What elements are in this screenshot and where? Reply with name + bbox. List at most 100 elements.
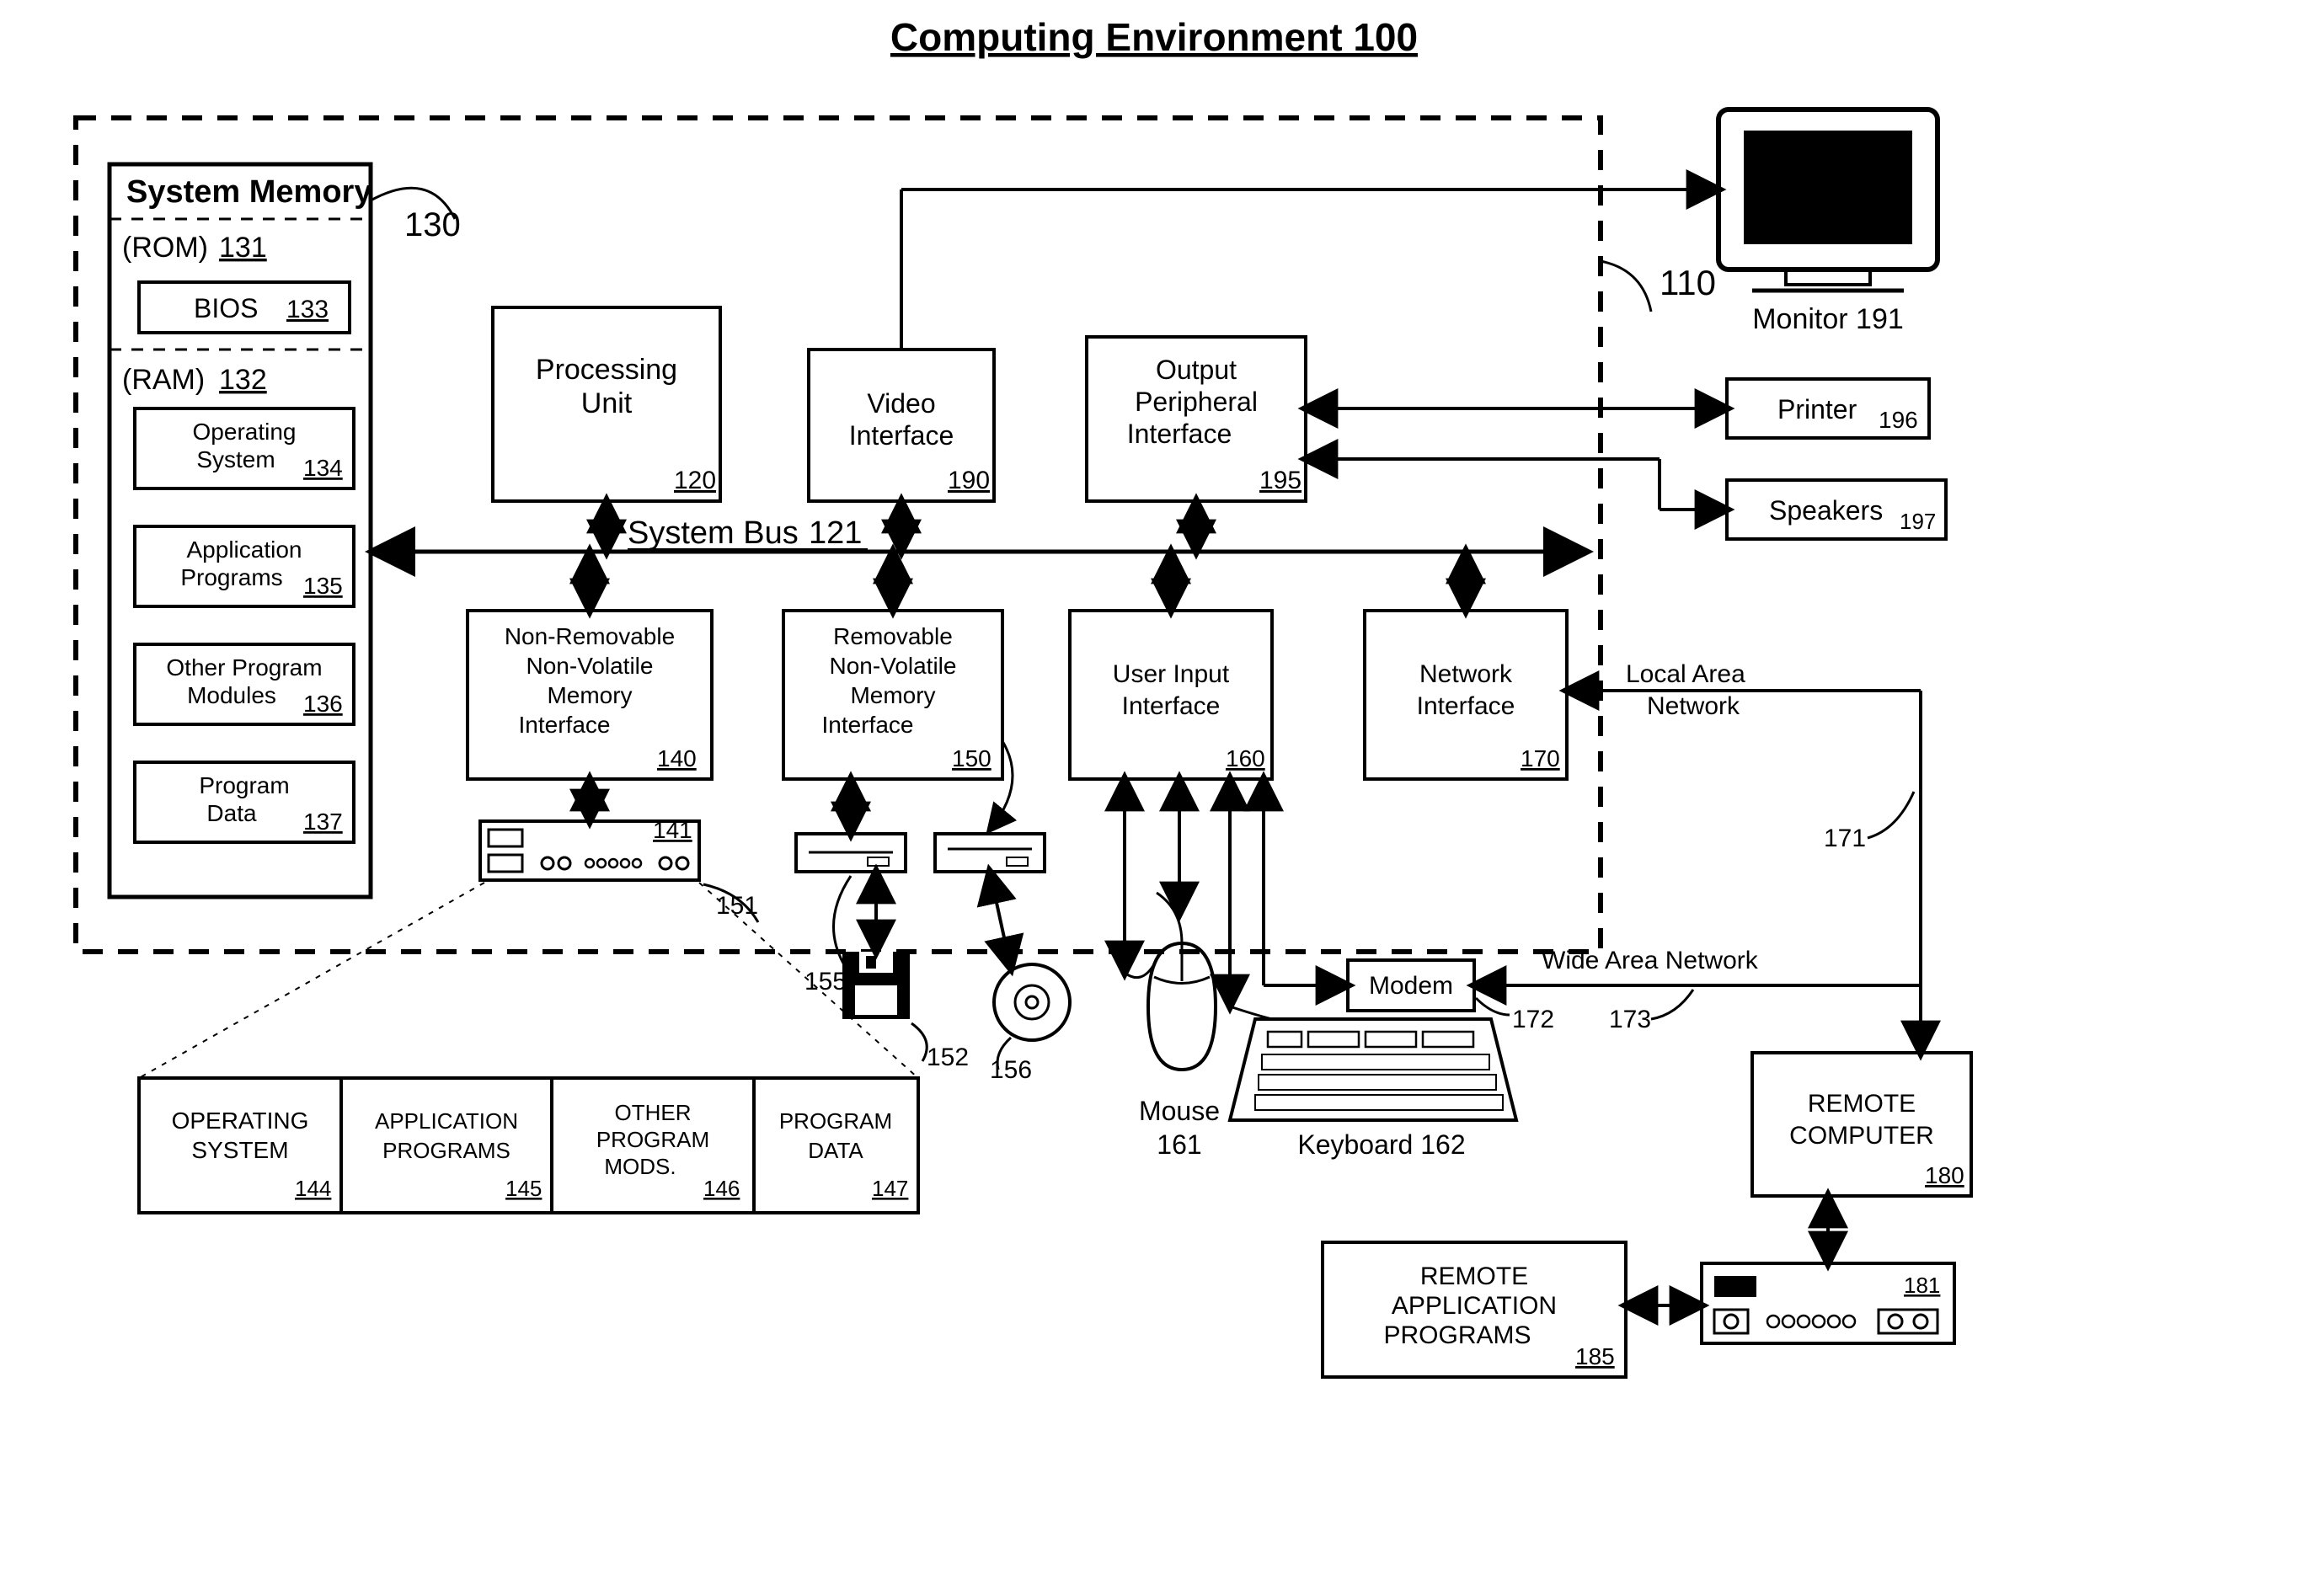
svg-text:Interface: Interface	[822, 712, 914, 738]
svg-text:REMOTE: REMOTE	[1420, 1262, 1528, 1290]
system-memory-block: System Memory 130 (ROM) 131 BIOS 133 (RA…	[110, 164, 461, 897]
svg-text:Modules: Modules	[187, 682, 276, 708]
svg-text:Peripheral: Peripheral	[1135, 387, 1258, 417]
keyboard-ref: 162	[1420, 1129, 1465, 1160]
svg-text:PROGRAMS: PROGRAMS	[1383, 1321, 1531, 1349]
modem-label: Modem	[1369, 972, 1453, 1000]
speakers-label: Speakers	[1769, 495, 1883, 526]
hdd-os-ref: 144	[295, 1176, 331, 1201]
sysmem-ref: 130	[404, 206, 461, 243]
svg-text:Interface: Interface	[519, 712, 611, 738]
svg-text:Other Program: Other Program	[166, 654, 322, 681]
svg-text:Removable: Removable	[833, 623, 953, 649]
lan-label-1: Local Area	[1626, 660, 1745, 688]
svg-text:Video: Video	[867, 388, 935, 419]
wan-ref: 173	[1609, 1006, 1651, 1033]
svg-text:Application: Application	[187, 536, 302, 563]
hdd-ref: 141	[653, 817, 692, 843]
user-if-ref: 160	[1226, 745, 1265, 771]
svg-text:DATA: DATA	[808, 1138, 863, 1163]
svg-text:PROGRAM: PROGRAM	[779, 1108, 892, 1134]
system-bus-ref: 121	[809, 515, 862, 551]
svg-text:Keyboard 162: Keyboard 162	[1297, 1129, 1465, 1160]
svg-text:PROGRAM: PROGRAM	[596, 1127, 709, 1152]
svg-text:Processing: Processing	[536, 354, 677, 386]
floppy-disk-icon	[842, 952, 910, 1019]
svg-text:APPLICATION: APPLICATION	[375, 1108, 518, 1134]
remote-media-ref: 181	[1904, 1273, 1940, 1298]
other-ref: 136	[303, 691, 343, 717]
svg-text:Non-Volatile: Non-Volatile	[830, 653, 957, 679]
svg-text:REMOTE: REMOTE	[1808, 1090, 1916, 1118]
svg-text:OPERATING: OPERATING	[172, 1108, 309, 1134]
cd-icon	[994, 964, 1070, 1040]
svg-text:Operating: Operating	[193, 419, 297, 445]
svg-text:Memory: Memory	[547, 682, 632, 708]
monitor-ref: 191	[1856, 303, 1904, 335]
svg-text:SYSTEM: SYSTEM	[191, 1137, 288, 1163]
os-ref: 134	[303, 455, 343, 481]
monitor-icon	[1718, 109, 1938, 291]
processing-unit-ref: 120	[674, 467, 716, 494]
svg-text:System: System	[196, 446, 275, 472]
svg-text:Interface: Interface	[1417, 692, 1515, 720]
svg-text:Non-Removable: Non-Removable	[505, 623, 675, 649]
floppy-ref: 152	[927, 1044, 969, 1071]
svg-text:COMPUTER: COMPUTER	[1789, 1122, 1934, 1150]
svg-text:OTHER: OTHER	[615, 1100, 692, 1125]
monitor-label: Monitor	[1752, 303, 1847, 335]
computer-ref: 110	[1660, 263, 1716, 302]
ram-label: (RAM)	[122, 364, 205, 396]
remote-media-icon: 181	[1702, 1263, 1954, 1343]
out-periph-if-ref: 195	[1259, 467, 1301, 494]
video-if-ref: 190	[948, 467, 990, 494]
keyboard-label: Keyboard	[1297, 1129, 1413, 1160]
hdd-other-ref: 146	[703, 1176, 740, 1201]
ram-ref: 132	[219, 364, 267, 396]
remote-pc-ref: 180	[1925, 1162, 1964, 1188]
lan-label-2: Network	[1647, 692, 1740, 720]
printer-ref: 196	[1879, 407, 1918, 433]
svg-text:MODS.: MODS.	[604, 1154, 676, 1179]
system-bus-label: System Bus	[628, 515, 799, 551]
svg-text:Output: Output	[1156, 355, 1237, 385]
svg-text:Memory: Memory	[850, 682, 935, 708]
svg-text:Program: Program	[199, 772, 289, 798]
svg-text:Interface: Interface	[849, 420, 954, 451]
diagram-root: Computing Environment 100 110 System Mem…	[0, 0, 2309, 1596]
diagram-title: Computing Environment 100	[890, 15, 1418, 59]
modem-ref: 172	[1512, 1006, 1554, 1033]
cd-ref: 156	[990, 1056, 1032, 1084]
mouse-icon	[1148, 893, 1216, 1070]
svg-text:Interface: Interface	[1127, 419, 1232, 449]
hdd-pdata-ref: 147	[872, 1176, 908, 1201]
svg-text:APPLICATION: APPLICATION	[1392, 1292, 1557, 1320]
apps-ref: 135	[303, 573, 343, 599]
hdd-apps-ref: 145	[505, 1176, 542, 1201]
mouse-ref: 161	[1157, 1129, 1201, 1160]
rem-ref: 150	[952, 745, 991, 771]
net-if-ref: 170	[1521, 745, 1560, 771]
speakers-ref: 197	[1900, 509, 1936, 534]
floppy-drive-ref: 155	[804, 968, 847, 995]
hdd-table: OPERATING SYSTEM 144 APPLICATION PROGRAM…	[139, 1078, 918, 1213]
svg-text:PROGRAMS: PROGRAMS	[382, 1138, 510, 1163]
remote-apps-ref: 185	[1575, 1343, 1615, 1369]
lan-ref: 171	[1824, 825, 1866, 852]
mouse-label: Mouse	[1139, 1096, 1220, 1126]
rom-ref: 131	[219, 232, 267, 264]
floppy-drive-icon	[796, 834, 906, 872]
keyboard-icon	[1230, 1019, 1516, 1120]
printer-label: Printer	[1777, 394, 1857, 424]
svg-text:Non-Volatile: Non-Volatile	[526, 653, 654, 679]
svg-text:Data: Data	[206, 800, 257, 826]
svg-text:Unit: Unit	[581, 387, 633, 419]
cd-drive-icon	[935, 834, 1045, 872]
sysmem-header: System Memory	[126, 174, 371, 210]
wan-label: Wide Area Network	[1542, 947, 1759, 974]
pdata-ref: 137	[303, 809, 343, 835]
svg-text:Network: Network	[1419, 660, 1513, 688]
rom-label: (ROM)	[122, 232, 208, 264]
bios-label: BIOS	[194, 293, 258, 323]
nonrem-ref: 140	[657, 745, 697, 771]
